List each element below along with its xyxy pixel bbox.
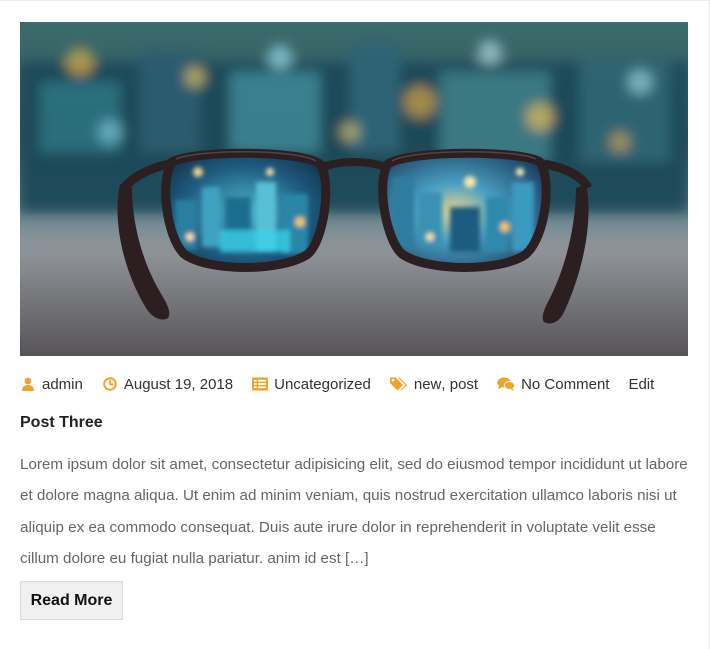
post-excerpt: Lorem ipsum dolor sit amet, consectetur … xyxy=(20,456,688,567)
post-meta: admin August 19, 2018 Uncategorized new … xyxy=(20,374,673,394)
meta-author: admin xyxy=(20,376,83,393)
meta-edit: Edit xyxy=(628,376,654,393)
post-title[interactable]: Post Three xyxy=(20,414,103,432)
category-link[interactable]: Uncategorized xyxy=(274,376,371,393)
tags-icon xyxy=(389,376,408,392)
author-link[interactable]: admin xyxy=(42,376,83,393)
list-icon xyxy=(252,376,269,392)
tag-link-new[interactable]: new xyxy=(414,376,442,393)
featured-image xyxy=(20,22,688,356)
clock-icon xyxy=(102,376,118,392)
page: admin August 19, 2018 Uncategorized new … xyxy=(0,0,710,649)
meta-date: August 19, 2018 xyxy=(102,376,233,393)
meta-category: Uncategorized xyxy=(252,376,371,393)
featured-image-link[interactable] xyxy=(20,22,688,356)
meta-tags: new, post xyxy=(389,375,478,393)
top-border xyxy=(0,0,710,1)
user-icon xyxy=(20,376,36,392)
meta-comments: No Comment xyxy=(497,376,609,393)
comments-icon xyxy=(497,376,516,392)
date-link[interactable]: August 19, 2018 xyxy=(124,376,233,393)
read-more-button[interactable]: Read More xyxy=(20,581,123,620)
edit-link[interactable]: Edit xyxy=(628,376,654,393)
tag-separator: , xyxy=(441,375,446,393)
comments-link[interactable]: No Comment xyxy=(521,376,609,393)
blog-post: admin August 19, 2018 Uncategorized new … xyxy=(20,22,688,620)
tag-link-post[interactable]: post xyxy=(450,376,478,393)
